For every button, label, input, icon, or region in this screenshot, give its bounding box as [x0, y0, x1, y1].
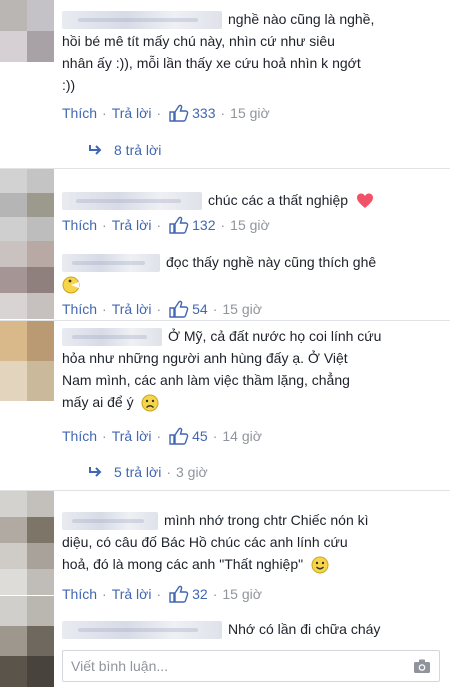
separator: · — [212, 428, 218, 444]
comment-text: Ở Mỹ, cả đất nước họ coi lính cứu hỏa nh… — [62, 325, 442, 413]
commenter-name[interactable] — [62, 328, 162, 347]
separator: · — [102, 586, 107, 602]
thumbs-up-icon[interactable] — [168, 585, 190, 603]
comment-timestamp[interactable]: 15 giờ — [230, 217, 270, 233]
comment-text: Nhớ có lần đi chữa cháy — [62, 618, 442, 640]
like-link[interactable]: Thích — [62, 217, 97, 233]
commenter-name[interactable] — [62, 192, 202, 211]
like-count[interactable]: 132 — [192, 217, 215, 233]
comment-timestamp[interactable]: 15 giờ — [230, 105, 270, 121]
separator: · — [166, 464, 171, 480]
reply-link[interactable]: Trả lời — [112, 217, 152, 233]
reply-link[interactable]: Trả lời — [112, 428, 152, 444]
separator: · — [102, 428, 107, 444]
like-link[interactable]: Thích — [62, 301, 97, 317]
avatar[interactable] — [0, 321, 54, 401]
pacman-smiley-icon — [62, 276, 80, 294]
comment-input[interactable] — [71, 657, 391, 675]
divider — [0, 320, 450, 321]
avatar[interactable] — [0, 491, 54, 595]
commenter-name[interactable] — [62, 512, 158, 531]
separator: · — [102, 217, 107, 233]
like-link[interactable]: Thích — [62, 105, 97, 121]
thumbs-up-icon[interactable] — [168, 427, 190, 445]
comment-actions: Thích · Trả lời · 132 · 15 giờ — [62, 216, 270, 234]
separator: · — [102, 105, 107, 121]
divider — [0, 168, 450, 169]
commenter-name[interactable] — [62, 254, 160, 273]
separator: · — [156, 217, 162, 233]
avatar[interactable] — [0, 241, 54, 319]
comment-actions: Thích · Trả lời · 54 · 15 giờ — [62, 300, 262, 318]
smile-icon — [311, 556, 329, 574]
separator: · — [220, 217, 226, 233]
frown-icon — [141, 394, 159, 412]
avatar[interactable] — [0, 596, 54, 687]
separator: · — [212, 586, 218, 602]
separator: · — [156, 586, 162, 602]
comment-timestamp[interactable]: 14 giờ — [222, 428, 262, 444]
reply-count[interactable]: 5 trả lời — [114, 464, 161, 480]
thumbs-up-icon[interactable] — [168, 216, 190, 234]
separator: · — [156, 428, 162, 444]
reply-link[interactable]: Trả lời — [112, 105, 152, 121]
comment-text: chúc các a thất nghiệp — [62, 189, 442, 211]
separator: · — [102, 301, 107, 317]
avatar[interactable] — [0, 169, 54, 241]
thumbs-up-icon[interactable] — [168, 104, 190, 122]
comment-text: mình nhớ trong chtr Chiếc nón kì diệu, c… — [62, 509, 442, 575]
separator: · — [220, 105, 226, 121]
like-link[interactable]: Thích — [62, 428, 97, 444]
separator: · — [212, 301, 218, 317]
comment-text: đọc thấy nghề này cũng thích ghê — [62, 251, 442, 295]
like-count[interactable]: 333 — [192, 105, 215, 121]
reply-link[interactable]: Trả lời — [112, 586, 152, 602]
avatar[interactable] — [0, 0, 54, 62]
comment-composer[interactable] — [62, 650, 440, 682]
comment-timestamp[interactable]: 15 giờ — [222, 586, 262, 602]
like-count[interactable]: 45 — [192, 428, 208, 444]
comment-actions: Thích · Trả lời · 333 · 15 giờ — [62, 104, 270, 122]
separator: · — [156, 301, 162, 317]
comment-text: nghề nào cũng là nghề, hồi bé mê tít mấy… — [62, 11, 375, 93]
separator: · — [156, 105, 162, 121]
like-link[interactable]: Thích — [62, 586, 97, 602]
camera-icon[interactable] — [413, 658, 431, 674]
commenter-name[interactable] — [62, 11, 222, 30]
comment-timestamp[interactable]: 15 giờ — [222, 301, 262, 317]
comment-actions: Thích · Trả lời · 45 · 14 giờ — [62, 427, 262, 445]
reply-arrow-icon — [89, 145, 102, 155]
comment-actions: Thích · Trả lời · 32 · 15 giờ — [62, 585, 262, 603]
commenter-name[interactable] — [62, 621, 222, 640]
reply-arrow-icon — [89, 467, 102, 477]
reply-link[interactable]: Trả lời — [112, 301, 152, 317]
thumbs-up-icon[interactable] — [168, 300, 190, 318]
like-count[interactable]: 32 — [192, 586, 208, 602]
divider — [0, 490, 450, 491]
heart-icon — [357, 193, 373, 209]
like-count[interactable]: 54 — [192, 301, 208, 317]
reply-count[interactable]: 8 trả lời — [114, 142, 161, 158]
view-replies-link[interactable]: 5 trả lời · 3 giờ — [88, 464, 208, 480]
view-replies-link[interactable]: 8 trả lời — [88, 142, 161, 158]
reply-timestamp[interactable]: 3 giờ — [176, 464, 208, 480]
